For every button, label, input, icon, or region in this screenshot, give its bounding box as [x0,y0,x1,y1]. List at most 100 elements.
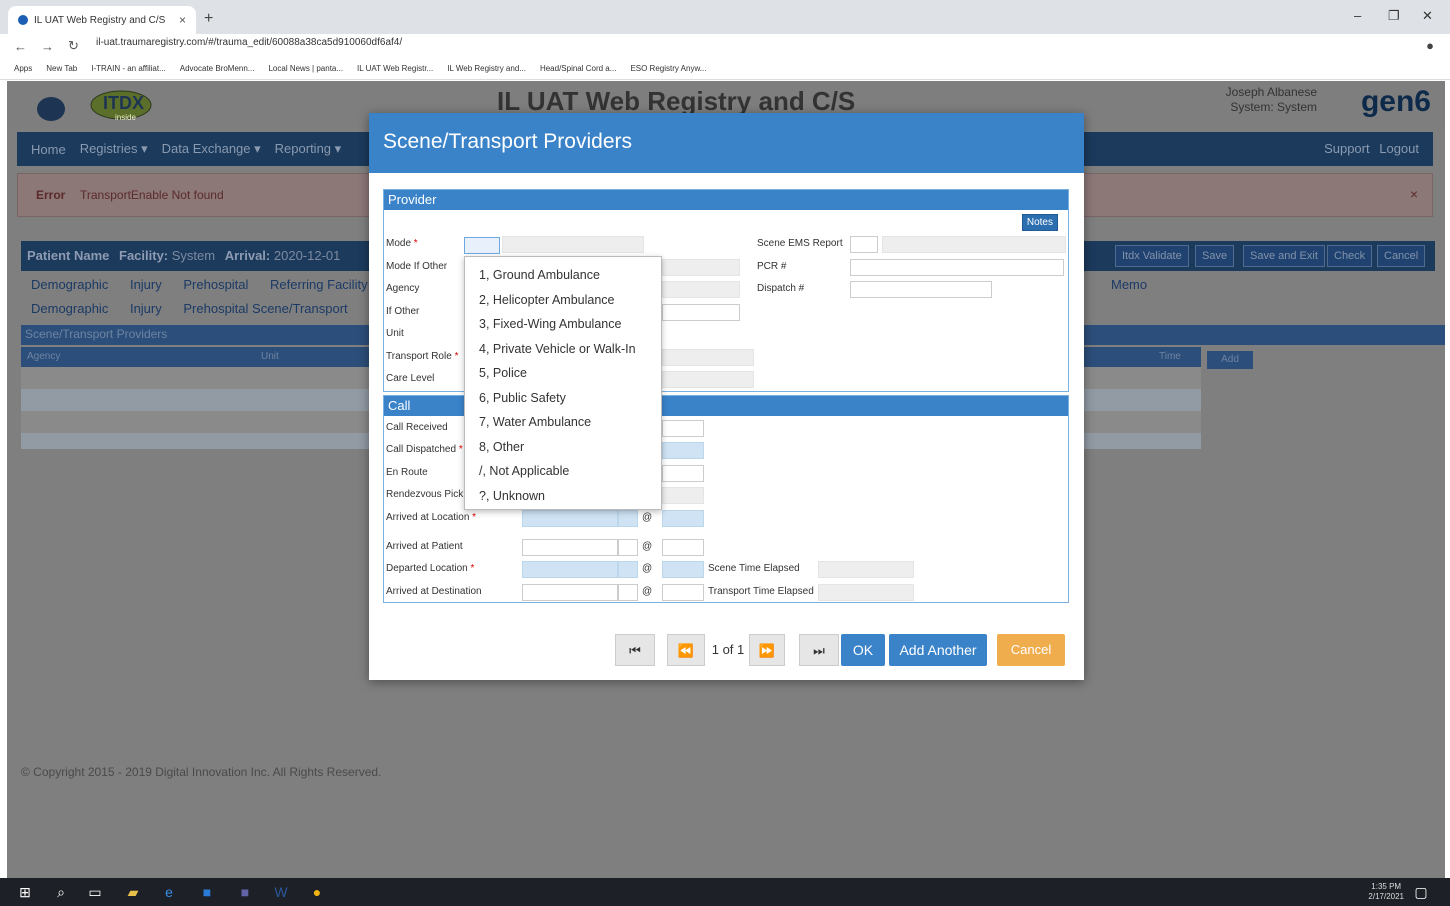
agency-input[interactable] [662,281,740,298]
arrived-patient-date[interactable] [522,539,618,556]
profile-icon[interactable]: ● [1426,38,1434,53]
back-icon[interactable]: ← [14,39,27,54]
arrived-dest-time[interactable] [662,584,704,601]
outlook-icon[interactable]: ■ [198,883,216,901]
search-icon[interactable]: ⌕ [52,883,70,901]
nav-home[interactable]: Home [31,142,66,157]
system-clock[interactable]: 1:35 PM 2/17/2021 [1368,882,1404,902]
mode-option[interactable]: 3, Fixed-Wing Ambulance [465,312,661,337]
bookmark-item[interactable]: Apps [14,64,32,73]
mode-option[interactable]: /, Not Applicable [465,459,661,484]
add-provider-button[interactable]: Add [1207,351,1253,369]
mode-option[interactable]: 1, Ground Ambulance [465,263,661,288]
first-page-button[interactable]: ⏮ [615,634,655,666]
minimize-icon[interactable]: – [1354,8,1361,23]
subtab-prehospital-scene-transport[interactable]: Prehospital Scene/Transport [183,301,347,316]
edge-icon[interactable]: e [160,883,178,901]
task-view-icon[interactable]: ▭ [86,883,104,901]
check-button[interactable]: Check [1327,245,1373,267]
tab-referring-facility[interactable]: Referring Facility [270,277,368,292]
cancel-button[interactable]: Cancel [997,634,1065,666]
departed-date[interactable] [522,561,618,578]
mode-option[interactable]: 6, Public Safety [465,386,661,411]
tab-memo[interactable]: Memo [1111,277,1147,292]
mode-option[interactable]: 2, Helicopter Ambulance [465,288,661,313]
tab-injury[interactable]: Injury [130,277,162,292]
tab-demographic[interactable]: Demographic [31,277,108,292]
prev-page-button[interactable]: ⏪ [667,634,705,666]
arrived-dest-cal[interactable] [618,584,638,601]
bookmark-item[interactable]: Head/Spinal Cord a... [540,64,617,73]
arrived-location-date[interactable] [522,510,618,527]
departed-time[interactable] [662,561,704,578]
mode-select-focused[interactable] [464,237,500,254]
mode-option[interactable]: ?, Unknown [465,484,661,509]
close-tab-icon[interactable]: × [179,13,186,27]
col-unit[interactable]: Unit [261,351,279,362]
arrived-dest-date[interactable] [522,584,618,601]
arrived-location-cal[interactable] [618,510,638,527]
bookmark-item[interactable]: Advocate BroMenn... [180,64,255,73]
bookmark-item[interactable]: Local News | panta... [268,64,343,73]
departed-cal[interactable] [618,561,638,578]
scene-ems-checkbox[interactable] [850,236,878,253]
mode-option[interactable]: 7, Water Ambulance [465,410,661,435]
subtab-demographic[interactable]: Demographic [31,301,108,316]
en-route-time[interactable] [662,465,704,482]
save-button[interactable]: Save [1195,245,1235,267]
ok-button[interactable]: OK [841,634,885,666]
browser-tab[interactable]: IL UAT Web Registry and C/S × [8,6,196,34]
arrived-patient-cal[interactable] [618,539,638,556]
bookmark-item[interactable]: New Tab [46,64,77,73]
subtab-injury[interactable]: Injury [130,301,162,316]
windows-start-icon[interactable]: ⊞ [16,883,34,901]
url-input[interactable]: il-uat.traumaregistry.com/#/trauma_edit/… [96,37,402,48]
save-and-exit-button[interactable]: Save and Exit [1243,245,1325,267]
mode-select[interactable] [502,236,644,253]
nav-data-exchange[interactable]: Data Exchange ▾ [162,141,261,157]
mode-option[interactable]: 4, Private Vehicle or Walk-In [465,337,661,362]
bookmark-item[interactable]: ESO Registry Anyw... [630,64,706,73]
reload-icon[interactable]: ↻ [68,38,79,54]
bookmark-item[interactable]: I-TRAIN - an affiliat... [91,64,166,73]
bookmark-item[interactable]: IL UAT Web Registr... [357,64,433,73]
notifications-icon[interactable]: ▢ [1412,883,1430,901]
add-another-button[interactable]: Add Another [889,634,987,666]
itdx-validate-button[interactable]: Itdx Validate [1115,245,1189,267]
last-page-button[interactable]: ⏭ [799,634,839,666]
chrome-icon[interactable]: ● [308,883,326,901]
nav-registries[interactable]: Registries ▾ [80,141,148,157]
forward-icon[interactable]: → [41,39,54,54]
arrived-location-time[interactable] [662,510,704,527]
notes-button[interactable]: Notes [1021,214,1058,231]
mode-option[interactable]: 5, Police [465,361,661,386]
call-received-time[interactable] [662,420,704,437]
mode-other-input[interactable] [662,259,740,276]
next-page-button[interactable]: ⏩ [749,634,785,666]
tab-prehospital[interactable]: Prehospital [183,277,248,292]
transport-role-select[interactable] [662,349,754,366]
word-icon[interactable]: W [272,883,290,901]
close-window-icon[interactable]: ✕ [1422,8,1433,24]
call-dispatched-time[interactable] [662,442,704,459]
restore-icon[interactable]: ❐ [1388,8,1400,24]
if-other-input[interactable] [662,304,740,321]
nav-logout[interactable]: Logout [1379,141,1419,156]
cancel-page-button[interactable]: Cancel [1377,245,1426,267]
file-explorer-icon[interactable]: ▰ [124,883,142,901]
scene-ems-input[interactable] [882,236,1066,253]
col-agency[interactable]: Agency [27,351,60,362]
mode-option[interactable]: 8, Other [465,435,661,460]
arrived-patient-time[interactable] [662,539,704,556]
nav-support[interactable]: Support [1324,141,1370,156]
nav-reporting[interactable]: Reporting ▾ [275,141,342,157]
col-time[interactable]: Time [1159,351,1181,362]
care-level-select[interactable] [662,371,754,388]
close-alert-icon[interactable]: × [1410,186,1418,202]
teams-icon[interactable]: ■ [236,883,254,901]
dispatch-input[interactable] [850,281,992,298]
new-tab-icon[interactable]: + [204,10,213,28]
bookmark-item[interactable]: IL Web Registry and... [447,64,526,73]
pcr-input[interactable] [850,259,1064,276]
rendezvous-time[interactable] [662,487,704,504]
